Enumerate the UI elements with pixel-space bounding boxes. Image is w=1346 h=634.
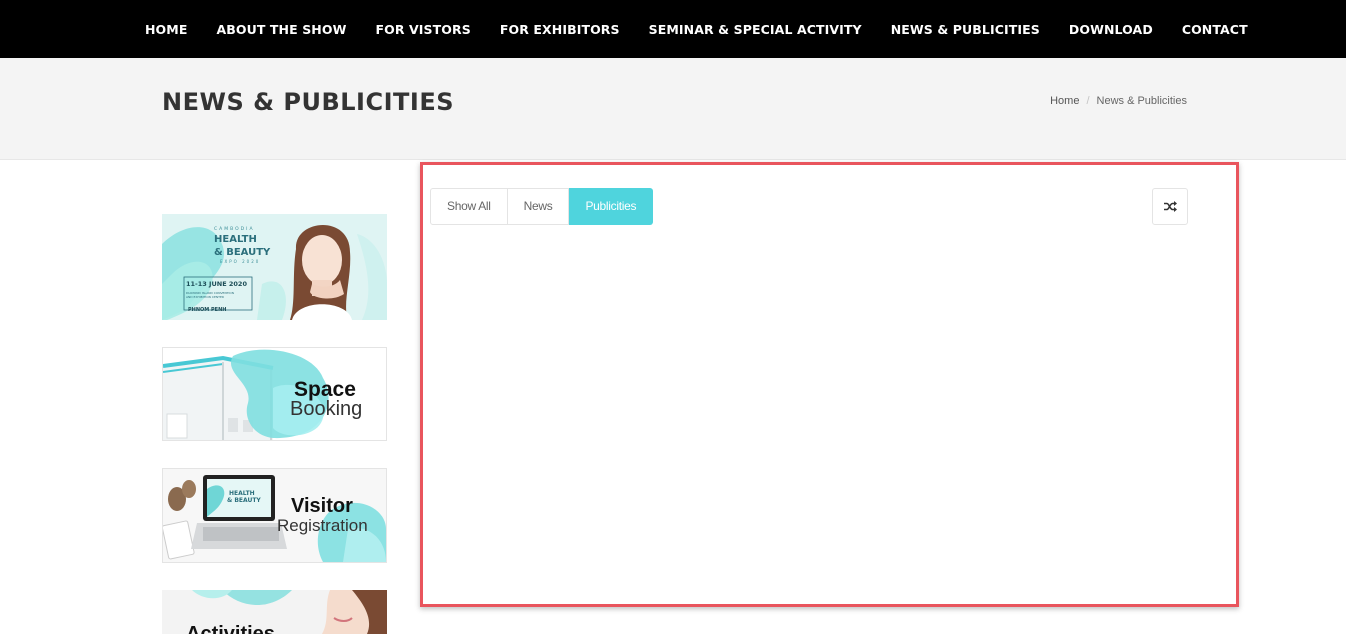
expo-banner-venue-line2: AND EXHIBITION CENTER: [186, 295, 224, 299]
space-booking-banner[interactable]: Space Booking: [162, 347, 387, 441]
expo-banner-year: EXPO 2020: [220, 259, 260, 264]
expo-banner-country: CAMBODIA: [214, 226, 255, 232]
content-panel: Show All News Publicities: [420, 162, 1239, 607]
nav-item-for-visitors[interactable]: FOR VISTORS: [375, 22, 470, 37]
expo-banner-title-line2: & BEAUTY: [214, 247, 271, 258]
breadcrumb: Home / News & Publicities: [1050, 95, 1187, 107]
laptop-screen-line2: & BEAUTY: [227, 497, 261, 504]
space-booking-image: Space Booking: [163, 348, 386, 440]
filter-news-button[interactable]: News: [507, 188, 570, 225]
nav-item-seminar-special-activity[interactable]: SEMINAR & SPECIAL ACTIVITY: [649, 22, 862, 37]
activities-title: Activities: [186, 623, 275, 634]
nav-item-for-exhibitors[interactable]: FOR EXHIBITORS: [500, 22, 620, 37]
nav-item-home[interactable]: HOME: [145, 22, 187, 37]
nav-item-about-the-show[interactable]: ABOUT THE SHOW: [216, 22, 346, 37]
space-booking-subtitle: Booking: [290, 398, 362, 420]
breadcrumb-current: News & Publicities: [1096, 95, 1187, 107]
visitor-registration-image: HEALTH & BEAUTY Visitor Registration: [163, 469, 386, 562]
shuffle-icon: [1163, 201, 1177, 212]
page-header: NEWS & PUBLICITIES Home / News & Publici…: [0, 58, 1346, 160]
breadcrumb-separator: /: [1086, 95, 1090, 107]
expo-banner-city: PHNOM PENH: [188, 307, 226, 313]
breadcrumb-home-link[interactable]: Home: [1050, 95, 1079, 107]
visitor-registration-subtitle: Registration: [277, 516, 368, 535]
nav-item-contact[interactable]: CONTACT: [1182, 22, 1248, 37]
nav-menu: HOME ABOUT THE SHOW FOR VISTORS FOR EXHI…: [145, 0, 1248, 58]
filter-show-all-button[interactable]: Show All: [430, 188, 508, 225]
shuffle-button[interactable]: [1152, 188, 1188, 225]
expo-banner-date: 11-13 JUNE 2020: [186, 280, 247, 288]
activities-banner[interactable]: Activities: [162, 590, 387, 634]
filter-publicities-button[interactable]: Publicities: [569, 188, 654, 225]
activities-image: Activities: [162, 590, 387, 634]
page-title: NEWS & PUBLICITIES: [162, 88, 454, 116]
top-navigation: HOME ABOUT THE SHOW FOR VISTORS FOR EXHI…: [0, 0, 1346, 58]
expo-banner[interactable]: CAMBODIA HEALTH & BEAUTY EXPO 2020 11-13…: [162, 214, 387, 320]
nav-item-download[interactable]: DOWNLOAD: [1069, 22, 1153, 37]
visitor-registration-title: Visitor: [291, 495, 353, 517]
nav-item-news-publicities[interactable]: NEWS & PUBLICITIES: [891, 22, 1040, 37]
visitor-registration-banner[interactable]: HEALTH & BEAUTY Visitor Registration: [162, 468, 387, 563]
expo-banner-title-line1: HEALTH: [214, 234, 257, 245]
filter-button-group: Show All News Publicities: [430, 188, 654, 225]
expo-banner-image: CAMBODIA HEALTH & BEAUTY EXPO 2020 11-13…: [162, 214, 387, 320]
laptop-screen-line1: HEALTH: [229, 490, 255, 497]
